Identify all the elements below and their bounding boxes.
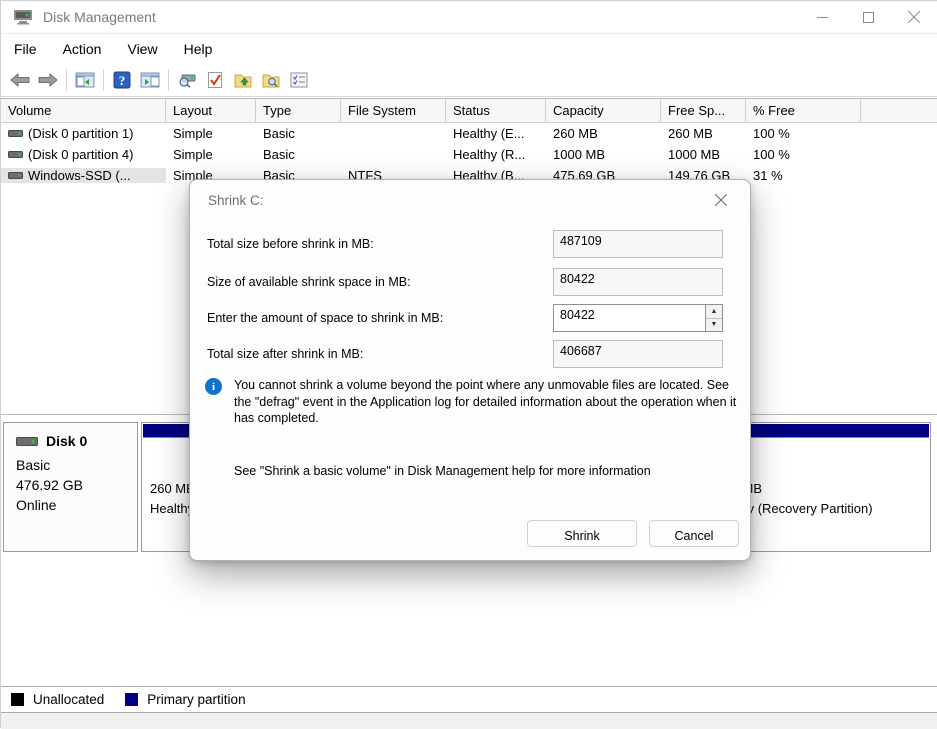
svg-text:?: ? (119, 73, 126, 88)
column-header-capacity[interactable]: Capacity (546, 99, 661, 122)
volume-icon (8, 171, 23, 180)
disk-rescan-icon[interactable] (173, 67, 201, 93)
folder-search-icon[interactable] (257, 67, 285, 93)
menu-help[interactable]: Help (184, 41, 213, 57)
spinner-up-icon[interactable]: ▲ (706, 305, 722, 318)
dialog-title-bar: Shrink C: (190, 180, 750, 220)
properties-list-icon[interactable] (285, 67, 313, 93)
cell-pct-free: 31 % (746, 168, 861, 183)
cell-pct-free: 100 % (746, 126, 861, 141)
shrink-amount-input[interactable]: 80422 (553, 304, 706, 332)
dialog-close-icon[interactable] (708, 187, 734, 213)
shrink-dialog: Shrink C: Total size before shrink in MB… (189, 179, 751, 561)
cell-capacity: 260 MB (546, 126, 661, 141)
menu-bar: File Action View Help (1, 34, 937, 63)
cell-type: Basic (256, 126, 341, 141)
shrink-help-text: See "Shrink a basic volume" in Disk Mana… (234, 464, 739, 478)
shrink-info-text: You cannot shrink a volume beyond the po… (234, 377, 739, 427)
forward-arrow-icon[interactable] (34, 67, 62, 93)
field-label-shrink-amount: Enter the amount of space to shrink in M… (207, 311, 443, 325)
cell-layout: Simple (166, 147, 256, 162)
total-before-shrink-field: 487109 (553, 230, 723, 258)
column-header-layout[interactable]: Layout (166, 99, 256, 122)
total-after-shrink-field: 406687 (553, 340, 723, 368)
column-header-pct-free[interactable]: % Free (746, 99, 861, 122)
title-bar: Disk Management (1, 1, 937, 34)
check-document-icon[interactable] (201, 67, 229, 93)
cell-pct-free: 100 % (746, 147, 861, 162)
disk-name: Disk 0 (46, 433, 87, 449)
maximize-button[interactable] (845, 1, 891, 33)
show-action-pane-icon[interactable] (136, 67, 164, 93)
disk-management-window: Disk Management File Action View Help (0, 0, 937, 728)
cell-status: Healthy (E... (446, 126, 546, 141)
column-header-type[interactable]: Type (256, 99, 341, 122)
status-bar-filler (1, 713, 937, 729)
shrink-amount-spinner[interactable]: ▲ ▼ (706, 304, 723, 332)
cancel-button[interactable]: Cancel (649, 520, 739, 547)
menu-action[interactable]: Action (63, 41, 102, 57)
legend-bar: Unallocated Primary partition (1, 686, 937, 713)
toolbar-separator (66, 69, 67, 91)
disk-size: 476.92 GB (16, 475, 137, 495)
field-label-available-space: Size of available shrink space in MB: (207, 275, 411, 289)
unallocated-legend-label: Unallocated (33, 692, 104, 707)
toolbar-separator (103, 69, 104, 91)
folder-up-icon[interactable] (229, 67, 257, 93)
unallocated-legend-swatch (11, 693, 24, 706)
field-label-total-after: Total size after shrink in MB: (207, 347, 363, 361)
disk-type: Basic (16, 455, 137, 475)
cell-type: Basic (256, 147, 341, 162)
info-icon: i (205, 378, 222, 395)
volume-name: (Disk 0 partition 1) (28, 126, 133, 141)
volume-name: Windows-SSD (... (28, 168, 131, 183)
cell-free-space: 1000 MB (661, 147, 746, 162)
back-arrow-icon[interactable] (6, 67, 34, 93)
cell-free-space: 260 MB (661, 126, 746, 141)
menu-view[interactable]: View (127, 41, 157, 57)
column-header-status[interactable]: Status (446, 99, 546, 122)
volume-name: (Disk 0 partition 4) (28, 147, 133, 162)
volume-icon (8, 129, 23, 138)
shrink-button[interactable]: Shrink (527, 520, 637, 547)
column-header-blank (861, 99, 937, 122)
column-header-free-space[interactable]: Free Sp... (661, 99, 746, 122)
primary-partition-legend-label: Primary partition (147, 692, 245, 707)
volume-icon (8, 150, 23, 159)
window-title: Disk Management (43, 9, 156, 25)
primary-partition-legend-swatch (125, 693, 138, 706)
cell-status: Healthy (R... (446, 147, 546, 162)
table-row[interactable]: (Disk 0 partition 1) Simple Basic Health… (1, 123, 937, 144)
help-icon[interactable]: ? (108, 67, 136, 93)
table-row[interactable]: (Disk 0 partition 4) Simple Basic Health… (1, 144, 937, 165)
minimize-button[interactable] (799, 1, 845, 33)
available-shrink-space-field: 80422 (553, 268, 723, 296)
menu-file[interactable]: File (14, 41, 37, 57)
disk0-info-panel[interactable]: Disk 0 Basic 476.92 GB Online (3, 422, 138, 552)
toolbar: ? (1, 63, 937, 97)
close-button[interactable] (891, 1, 937, 33)
app-icon (13, 9, 33, 25)
show-console-tree-icon[interactable] (71, 67, 99, 93)
disk-icon (16, 436, 38, 447)
volume-list-header: Volume Layout Type File System Status Ca… (1, 99, 937, 123)
cell-layout: Simple (166, 126, 256, 141)
toolbar-separator (168, 69, 169, 91)
column-header-volume[interactable]: Volume (1, 99, 166, 122)
spinner-down-icon[interactable]: ▼ (706, 318, 722, 332)
field-label-total-before: Total size before shrink in MB: (207, 237, 374, 251)
column-header-file-system[interactable]: File System (341, 99, 446, 122)
cell-capacity: 1000 MB (546, 147, 661, 162)
dialog-title: Shrink C: (208, 193, 264, 208)
disk-status: Online (16, 495, 137, 515)
